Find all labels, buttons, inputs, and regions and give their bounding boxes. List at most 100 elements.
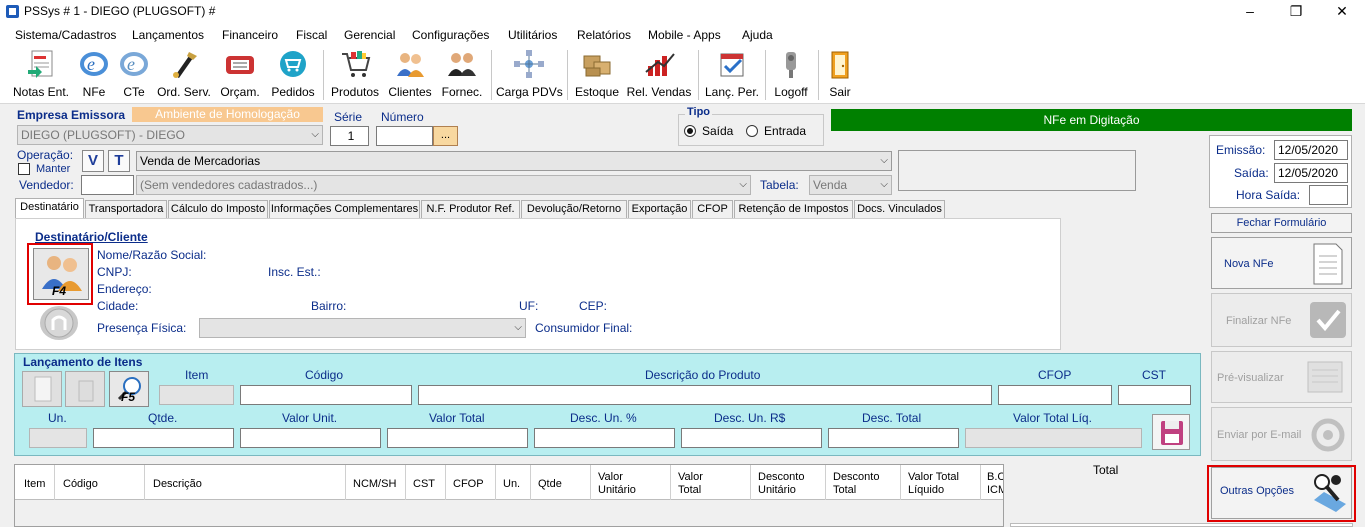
grid-col-desconto-unitario[interactable]: Desconto Unitário: [758, 471, 804, 497]
toolbar-notas-entrada-button[interactable]: Notas Ent.: [12, 48, 70, 102]
operacao-select[interactable]: Venda de Mercadorias ⌵: [136, 151, 892, 171]
finalizar-nfe-button[interactable]: Finalizar NFe: [1211, 293, 1352, 347]
hora-saida-input[interactable]: [1309, 185, 1348, 205]
grid-col-valor-total-liquido[interactable]: Valor Total Líquido: [908, 471, 959, 497]
valor-total-liq-label: Valor Total Líq.: [1013, 411, 1092, 425]
grid-col-ncm[interactable]: NCM/SH: [353, 478, 396, 491]
numero-search-button[interactable]: ...: [433, 126, 458, 146]
close-button[interactable]: ✕: [1319, 0, 1365, 24]
enviar-email-button[interactable]: Enviar por E-mail: [1211, 407, 1352, 461]
menu-sistema-cadastros[interactable]: Sistema/Cadastros: [15, 28, 116, 42]
menu-mobile-apps[interactable]: Mobile - Apps: [648, 28, 721, 42]
saida-input[interactable]: 12/05/2020: [1274, 163, 1348, 183]
grid-col-bc-icm[interactable]: B.C ICM: [987, 471, 1003, 497]
toolbar-nfe-button[interactable]: e NFe: [76, 48, 112, 102]
numero-input[interactable]: [376, 126, 433, 146]
toolbar-cte-button[interactable]: e CTe: [116, 48, 152, 102]
minimize-button[interactable]: –: [1227, 0, 1273, 24]
toolbar-sair-button[interactable]: Sair: [822, 48, 858, 102]
empresa-emissora-label: Empresa Emissora: [17, 108, 126, 122]
toolbar-produtos-button[interactable]: Produtos: [328, 48, 382, 102]
desc-un-rs-input[interactable]: [681, 428, 822, 448]
codigo-input[interactable]: [240, 385, 412, 405]
toolbar-label: Rel. Vendas: [626, 85, 692, 99]
grid-col-item[interactable]: Item: [24, 478, 45, 491]
delete-item-button[interactable]: [65, 371, 105, 407]
tab-calculo-imposto[interactable]: Cálculo do Imposto: [168, 200, 268, 218]
tipo-saida-radio[interactable]: [684, 125, 696, 137]
toolbar-logoff-button[interactable]: Logoff: [770, 48, 812, 102]
presenca-select[interactable]: ⌵: [199, 318, 526, 338]
vendedor-select[interactable]: (Sem vendedores cadastrados...) ⌵: [136, 175, 751, 195]
toolbar-pedidos-button[interactable]: Pedidos: [268, 48, 318, 102]
tabela-select[interactable]: Venda ⌵: [809, 175, 892, 195]
new-item-button[interactable]: [22, 371, 62, 407]
toolbar-orcamento-button[interactable]: Orçam.: [216, 48, 264, 102]
menu-ajuda[interactable]: Ajuda: [742, 28, 773, 42]
empresa-value: DIEGO (PLUGSOFT) - DIEGO: [21, 128, 186, 142]
menu-gerencial[interactable]: Gerencial: [344, 28, 395, 42]
nova-nfe-button[interactable]: Nova NFe: [1211, 237, 1352, 289]
toolbar-carga-pdvs-button[interactable]: Carga PDVs: [496, 48, 563, 102]
toolbar-fornecedores-button[interactable]: Fornec.: [438, 48, 486, 102]
menu-configuracoes[interactable]: Configurações: [412, 28, 489, 42]
toolbar-lancamento-periodico-button[interactable]: Lanç. Per.: [703, 48, 761, 102]
grid-col-codigo[interactable]: Código: [63, 478, 98, 491]
cst-input[interactable]: [1118, 385, 1191, 405]
vendedor-code-input[interactable]: [81, 175, 134, 195]
ordem-servico-icon: [173, 52, 197, 78]
menu-relatorios[interactable]: Relatórios: [577, 28, 631, 42]
manter-checkbox[interactable]: [18, 163, 30, 175]
desc-un-pct-input[interactable]: [534, 428, 675, 448]
empresa-select[interactable]: DIEGO (PLUGSOFT) - DIEGO ⌵: [17, 125, 323, 145]
descricao-produto-input[interactable]: [418, 385, 992, 405]
tabela-label: Tabela:: [760, 178, 799, 192]
grid-col-cfop[interactable]: CFOP: [453, 478, 484, 491]
toolbar-relatorio-vendas-button[interactable]: Rel. Vendas: [626, 48, 692, 102]
grid-col-qtde[interactable]: Qtde: [538, 478, 562, 491]
tab-docs-vinculados[interactable]: Docs. Vinculados: [854, 200, 945, 218]
status-badge: NFe em Digitação: [831, 109, 1352, 131]
toolbar-label: Orçam.: [220, 85, 260, 99]
toolbar-label: CTe: [123, 85, 145, 99]
tab-cfop[interactable]: CFOP: [692, 200, 733, 218]
cfop-input[interactable]: [998, 385, 1112, 405]
menu-fiscal[interactable]: Fiscal: [296, 28, 327, 42]
tab-destinatario[interactable]: Destinatário: [15, 198, 84, 218]
grid-col-desconto-total[interactable]: Desconto Total: [833, 471, 879, 497]
tab-nf-produtor-ref[interactable]: N.F. Produtor Ref.: [421, 200, 520, 218]
menu-utilitarios[interactable]: Utilitários: [508, 28, 557, 42]
pre-visualizar-button[interactable]: Pré-visualizar: [1211, 351, 1352, 403]
tab-informacoes-complementares[interactable]: Informações Complementares: [269, 200, 420, 218]
tab-retencao-impostos[interactable]: Retenção de Impostos: [734, 200, 853, 218]
serie-input[interactable]: 1: [330, 126, 369, 146]
restore-button[interactable]: ❐: [1273, 0, 1319, 24]
grid-col-un[interactable]: Un.: [503, 478, 520, 491]
item-input[interactable]: [159, 385, 234, 405]
grid-col-cst[interactable]: CST: [413, 478, 435, 491]
grid-col-descricao[interactable]: Descrição: [153, 478, 202, 491]
tab-transportadora[interactable]: Transportadora: [85, 200, 167, 218]
qtde-input[interactable]: [93, 428, 234, 448]
save-item-button[interactable]: [1152, 414, 1190, 450]
fechar-formulario-button[interactable]: Fechar Formulário: [1211, 213, 1352, 233]
tab-exportacao[interactable]: Exportação: [628, 200, 691, 218]
valor-total-input[interactable]: [387, 428, 528, 448]
desc-total-input[interactable]: [828, 428, 959, 448]
menu-financeiro[interactable]: Financeiro: [222, 28, 278, 42]
search-product-button[interactable]: F5: [109, 371, 149, 407]
operacao-v-button[interactable]: V: [82, 150, 104, 172]
toolbar-estoque-button[interactable]: Estoque: [572, 48, 622, 102]
menu-lancamentos[interactable]: Lançamentos: [132, 28, 204, 42]
toolbar-clientes-button[interactable]: Clientes: [386, 48, 434, 102]
tab-devolucao-retorno[interactable]: Devolução/Retorno: [521, 200, 627, 218]
operacao-t-button[interactable]: T: [108, 150, 130, 172]
valor-unit-input[interactable]: [240, 428, 381, 448]
emissao-input[interactable]: 12/05/2020: [1274, 140, 1348, 160]
tipo-entrada-radio[interactable]: [746, 125, 758, 137]
grid-col-valor-unitario[interactable]: Valor Unitário: [598, 471, 636, 497]
grid-col-valor-total[interactable]: Valor Total: [678, 471, 703, 497]
toolbar-ordem-servico-button[interactable]: Ord. Serv.: [156, 48, 212, 102]
un-input[interactable]: [29, 428, 87, 448]
valor-total-liq-input[interactable]: [965, 428, 1142, 448]
